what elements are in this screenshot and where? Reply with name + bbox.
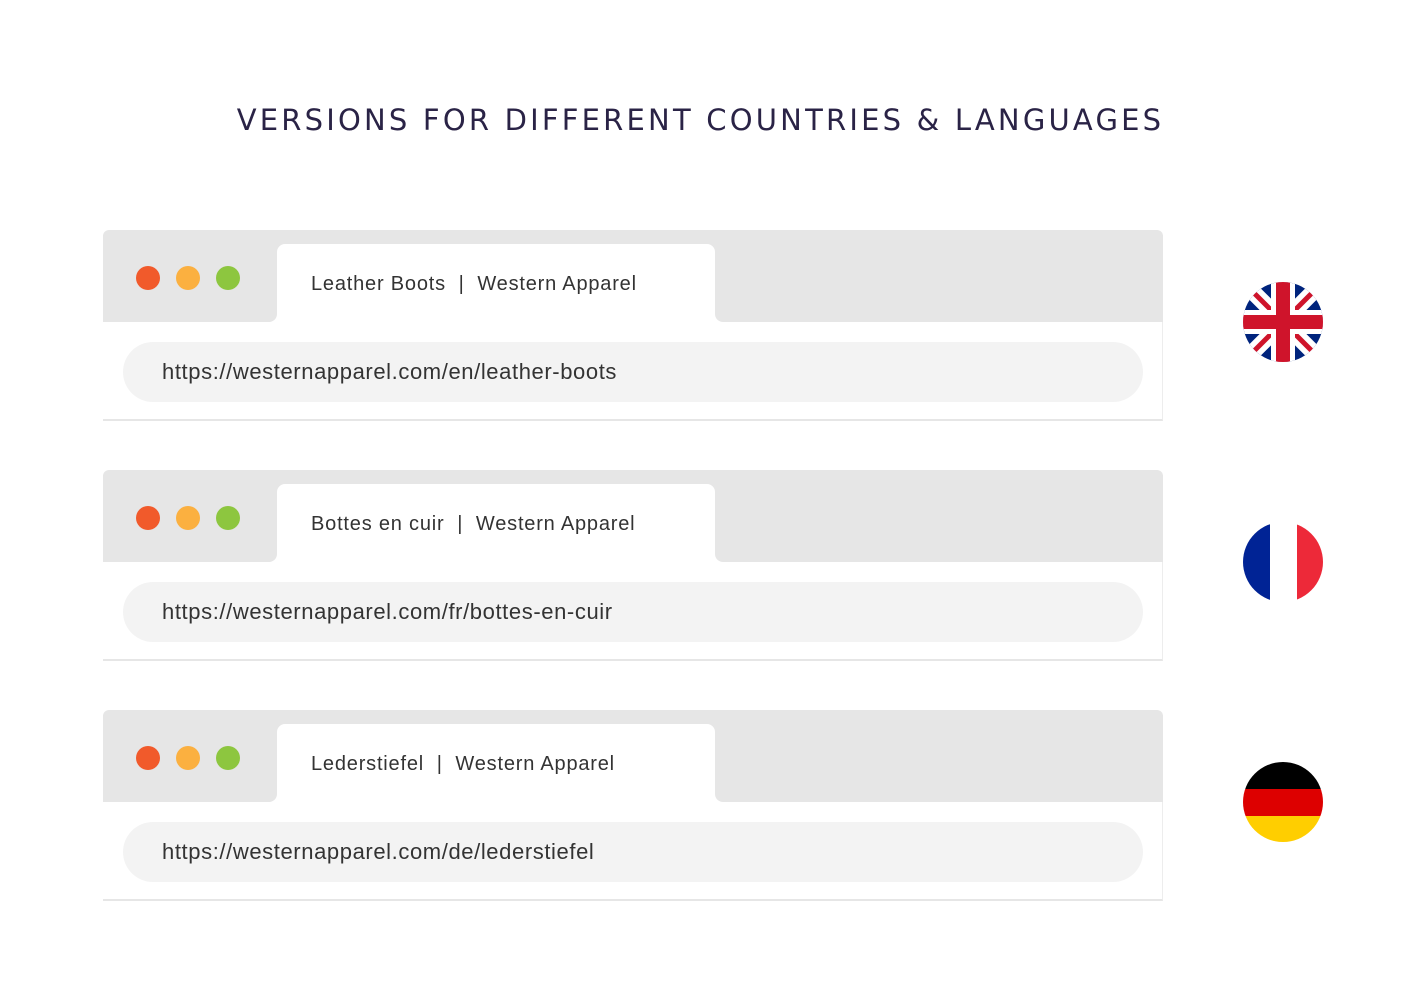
page-title: VERSIONS FOR DIFFERENT COUNTRIES & LANGU…: [236, 103, 1165, 137]
browser-titlebar: Lederstiefel | Western Apparel: [103, 710, 1163, 802]
browser-toolbar: https://westernapparel.com/en/leather-bo…: [103, 322, 1163, 421]
minimize-window-icon[interactable]: [176, 746, 200, 770]
tab-title: Lederstiefel | Western Apparel: [311, 753, 615, 775]
browser-tab[interactable]: Bottes en cuir | Western Apparel: [277, 484, 715, 562]
germany-flag-icon: [1243, 762, 1323, 842]
close-window-icon[interactable]: [136, 506, 160, 530]
address-bar[interactable]: https://westernapparel.com/en/leather-bo…: [123, 342, 1143, 402]
uk-flag-icon: [1243, 282, 1323, 362]
browser-tab[interactable]: Lederstiefel | Western Apparel: [277, 724, 715, 802]
browser-tab[interactable]: Leather Boots | Western Apparel: [277, 244, 715, 322]
close-window-icon[interactable]: [136, 746, 160, 770]
minimize-window-icon[interactable]: [176, 266, 200, 290]
browser-window-english: Leather Boots | Western Apparel https://…: [103, 230, 1163, 422]
minimize-window-icon[interactable]: [176, 506, 200, 530]
browser-toolbar: https://westernapparel.com/de/lederstief…: [103, 802, 1163, 901]
browser-titlebar: Bottes en cuir | Western Apparel: [103, 470, 1163, 562]
address-bar[interactable]: https://westernapparel.com/fr/bottes-en-…: [123, 582, 1143, 642]
browser-titlebar: Leather Boots | Western Apparel: [103, 230, 1163, 322]
url-text: https://westernapparel.com/fr/bottes-en-…: [162, 599, 613, 624]
maximize-window-icon[interactable]: [216, 266, 240, 290]
url-text: https://westernapparel.com/en/leather-bo…: [162, 359, 618, 384]
close-window-icon[interactable]: [136, 266, 160, 290]
browser-toolbar: https://westernapparel.com/fr/bottes-en-…: [103, 562, 1163, 661]
maximize-window-icon[interactable]: [216, 746, 240, 770]
browser-window-french: Bottes en cuir | Western Apparel https:/…: [103, 470, 1163, 662]
url-text: https://westernapparel.com/de/lederstief…: [162, 839, 595, 864]
address-bar[interactable]: https://westernapparel.com/de/lederstief…: [123, 822, 1143, 882]
tab-title: Bottes en cuir | Western Apparel: [311, 513, 636, 535]
france-flag-icon: [1243, 522, 1323, 602]
tab-title: Leather Boots | Western Apparel: [311, 273, 637, 295]
maximize-window-icon[interactable]: [216, 506, 240, 530]
browser-window-german: Lederstiefel | Western Apparel https://w…: [103, 710, 1163, 902]
